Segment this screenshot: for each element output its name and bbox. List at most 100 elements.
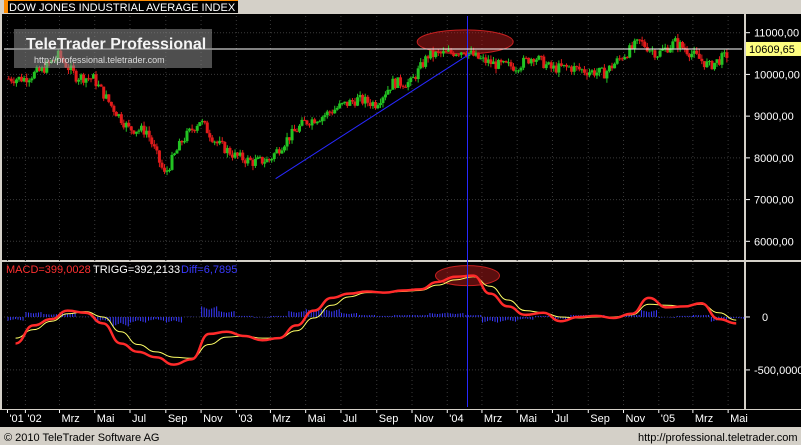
candle-body	[157, 150, 161, 163]
candle-body	[358, 94, 362, 98]
candle-body	[185, 130, 189, 142]
candle-body	[142, 125, 146, 135]
candle-body	[14, 79, 18, 84]
candle-body	[361, 94, 365, 104]
candle-body	[320, 117, 324, 122]
candle-body	[340, 103, 344, 105]
candle-body	[580, 69, 584, 71]
candle-body	[155, 146, 159, 151]
candle-body	[205, 122, 209, 134]
candle-body	[112, 105, 116, 112]
candle-body	[343, 101, 347, 104]
macd-axis-bg	[746, 262, 801, 409]
candle-body	[241, 152, 245, 161]
candle-body	[658, 50, 662, 57]
price-y-tick-label: 6000,00	[754, 236, 794, 248]
candle-body	[695, 50, 699, 54]
x-tick-label: Mai	[519, 413, 537, 425]
candle-body	[457, 54, 461, 56]
candle-body	[577, 66, 581, 70]
candle-body	[12, 81, 16, 84]
candle-body	[516, 70, 520, 72]
footer-url[interactable]: http://professional.teletrader.com	[638, 432, 798, 444]
candle-body	[371, 102, 375, 107]
candle-body	[17, 76, 21, 80]
chart-title: DOW JONES INDUSTRIAL AVERAGE INDEX	[9, 2, 236, 14]
candle-body	[567, 66, 571, 68]
candle-body	[282, 146, 286, 151]
candle-body	[348, 100, 352, 106]
candle-body	[511, 66, 515, 71]
candle-body	[368, 102, 372, 107]
candle-body	[363, 96, 367, 104]
candle-body	[439, 52, 443, 54]
x-tick-label: '03	[238, 413, 252, 425]
macd-y-tick-label: 0	[762, 312, 768, 324]
candle-body	[145, 130, 149, 135]
candle-body	[172, 153, 176, 155]
x-tick-label: Mrz	[61, 413, 79, 425]
candle-body	[218, 140, 222, 144]
candle-body	[253, 158, 257, 166]
x-tick-label: Mrz	[272, 413, 290, 425]
candle-body	[7, 78, 11, 80]
x-tick-label: Mai	[308, 413, 326, 425]
candle-body	[648, 50, 652, 52]
candle-body	[308, 124, 312, 126]
price-y-tick-label: 9000,00	[754, 111, 794, 123]
candle-body	[104, 94, 108, 99]
candle-body	[323, 115, 327, 118]
candle-body	[705, 61, 709, 68]
candle-body	[462, 52, 466, 54]
candle-body	[406, 82, 410, 88]
time-axis-bg	[0, 410, 801, 427]
candle-body	[552, 65, 556, 69]
candle-body	[280, 150, 284, 154]
candle-body	[248, 157, 252, 160]
candle-body	[643, 41, 647, 47]
candle-body	[534, 59, 538, 62]
x-tick-label: Mai	[97, 413, 115, 425]
candle-body	[168, 169, 172, 171]
candle-body	[489, 59, 493, 65]
candle-body	[713, 62, 717, 70]
candle-body	[692, 50, 696, 54]
price-y-tick-label: 7000,00	[754, 195, 794, 207]
x-tick-label: '04	[449, 413, 463, 425]
candle-body	[137, 130, 141, 132]
watermark-url: http://professional.teletrader.com	[34, 55, 165, 65]
candle-body	[225, 147, 229, 154]
candle-body	[119, 114, 123, 124]
candle-body	[459, 52, 463, 55]
candle-body	[396, 77, 400, 88]
x-tick-label: Mrz	[484, 413, 502, 425]
candle-body	[77, 79, 81, 82]
candle-body	[452, 52, 456, 56]
candle-body	[127, 122, 131, 127]
candle-body	[383, 94, 387, 98]
candle-body	[725, 52, 729, 58]
candle-body	[431, 50, 435, 58]
candle-body	[107, 94, 111, 102]
candle-body	[409, 77, 413, 83]
candle-body	[565, 64, 569, 67]
candle-body	[328, 111, 332, 113]
candle-body	[94, 74, 98, 87]
candle-body	[160, 162, 164, 168]
candle-body	[356, 97, 360, 106]
candle-body	[393, 78, 397, 88]
candle-body	[99, 84, 103, 87]
candle-body	[236, 152, 240, 156]
candle-body	[582, 69, 586, 73]
candle-body	[529, 59, 533, 64]
candle-body	[486, 59, 490, 63]
candle-body	[388, 89, 392, 91]
candle-body	[454, 54, 458, 56]
candle-body	[140, 125, 144, 131]
candle-body	[338, 103, 342, 108]
candle-body	[208, 133, 212, 138]
candle-body	[401, 85, 405, 87]
candle-body	[653, 50, 657, 58]
x-tick-label: '05	[661, 413, 675, 425]
candle-body	[220, 140, 224, 142]
